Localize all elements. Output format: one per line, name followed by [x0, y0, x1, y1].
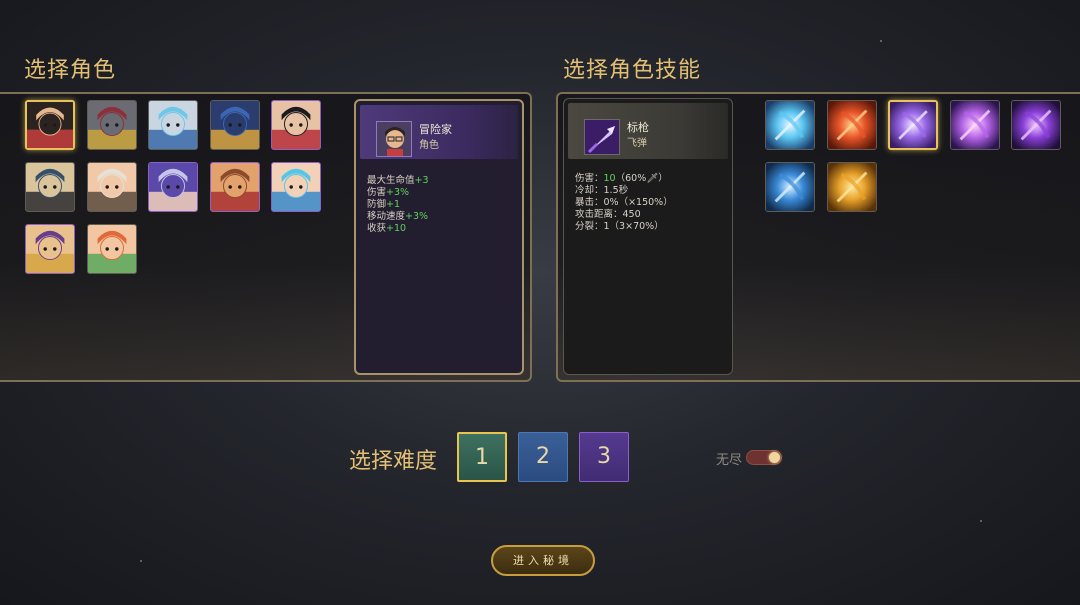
fireball-skill-icon[interactable]: [826, 100, 877, 150]
stat-row: 冷却：1.5秒: [575, 185, 673, 197]
stat-value: +1: [386, 199, 401, 210]
endless-toggle[interactable]: [746, 450, 782, 465]
stat-value: 0%（×150%）: [603, 197, 673, 208]
stat-row: 最大生命值+3: [367, 175, 429, 187]
lightning-skill-icon[interactable]: [765, 162, 815, 212]
difficulty-1-button[interactable]: 1: [457, 432, 507, 482]
character-slot[interactable]: [25, 224, 75, 274]
skill-detail-card: 标枪 飞弹 伤害：10（60%🗡） 冷却：1.5秒 暴击：0%（×150%） 攻击距离…: [563, 98, 733, 375]
difficulty-3-button[interactable]: 3: [579, 432, 629, 482]
javelin-skill-icon[interactable]: [888, 100, 938, 150]
character-portrait: [149, 101, 197, 149]
character-portrait: [27, 102, 73, 148]
character-portrait: [26, 225, 74, 273]
stat-row: 移动速度+3%: [367, 211, 429, 223]
character-portrait: [210, 163, 259, 211]
character-slot[interactable]: [271, 100, 321, 150]
stat-label: 攻击距离：: [575, 209, 623, 220]
character-detail-type: 角色: [419, 140, 439, 151]
stat-label: 收获: [367, 223, 387, 234]
skill-stats-list: 伤害：10（60%🗡） 冷却：1.5秒 暴击：0%（×150%） 攻击距离：450 分裂…: [575, 173, 673, 233]
stat-row: 收获+10: [367, 223, 429, 235]
character-portrait: [149, 163, 197, 211]
ice-shard-skill-icon[interactable]: [765, 100, 815, 150]
character-section-title: 选择角色: [24, 58, 117, 83]
character-portrait: [26, 163, 74, 211]
character-portrait: [87, 101, 136, 149]
character-detail-card: 冒险家 角色 最大生命值+3 伤害+3% 防御+1 移动速度+3% 收获+10: [354, 99, 524, 375]
character-portrait: [272, 101, 320, 149]
character-slot[interactable]: [209, 100, 260, 150]
character-portrait: [210, 101, 259, 149]
skill-section-title: 选择角色技能: [563, 58, 702, 83]
stat-label: 最大生命值: [367, 175, 415, 186]
character-slot[interactable]: [86, 224, 137, 274]
difficulty-label: 选择难度: [349, 449, 438, 474]
stat-suffix: （60%🗡）: [615, 173, 668, 184]
character-slot[interactable]: [148, 162, 198, 212]
stat-row: 分裂：1（3×70%）: [575, 221, 673, 233]
character-slot[interactable]: [86, 100, 137, 150]
void-orb-skill-icon[interactable]: [949, 100, 1000, 150]
stat-value: 10: [603, 173, 616, 184]
stat-value: 1.5秒: [603, 185, 629, 196]
character-slot[interactable]: [25, 100, 75, 150]
character-slot[interactable]: [209, 162, 260, 212]
stat-value: +3%: [405, 211, 429, 222]
shadow-slash-skill-icon[interactable]: [1011, 100, 1061, 150]
character-detail-name: 冒险家: [419, 123, 452, 136]
toggle-knob: [769, 452, 780, 463]
stat-label: 冷却：: [575, 185, 604, 196]
stat-label: 伤害：: [575, 173, 604, 184]
stat-label: 移动速度: [367, 211, 406, 222]
character-slot[interactable]: [148, 100, 198, 150]
stat-row: 伤害：10（60%🗡）: [575, 173, 673, 185]
character-portrait: [87, 225, 136, 273]
character-portrait: [87, 163, 136, 211]
skill-detail-type: 飞弹: [627, 138, 647, 149]
skill-detail-name: 标枪: [627, 121, 649, 134]
stat-label: 暴击：: [575, 197, 604, 208]
star-decoration: [880, 40, 882, 42]
stat-label: 防御: [367, 199, 387, 210]
stat-value: +10: [386, 223, 407, 234]
character-slot[interactable]: [86, 162, 137, 212]
star-decoration: [140, 560, 142, 562]
stat-row: 伤害+3%: [367, 187, 429, 199]
endless-label: 无尽: [716, 453, 743, 468]
character-slot[interactable]: [271, 162, 321, 212]
character-slot[interactable]: [25, 162, 75, 212]
javelin-icon: [584, 119, 620, 155]
character-stats-list: 最大生命值+3 伤害+3% 防御+1 移动速度+3% 收获+10: [367, 175, 429, 235]
stat-value: +3: [414, 175, 429, 186]
difficulty-2-button[interactable]: 2: [518, 432, 568, 482]
stat-row: 防御+1: [367, 199, 429, 211]
stat-label: 伤害: [367, 187, 387, 198]
golden-palm-skill-icon[interactable]: [826, 162, 877, 212]
stat-row: 攻击距离：450: [575, 209, 673, 221]
stat-row: 暴击：0%（×150%）: [575, 197, 673, 209]
stat-value: 1（3×70%）: [603, 221, 664, 232]
character-portrait: [272, 163, 320, 211]
character-detail-portrait: [376, 121, 412, 157]
stat-label: 分裂：: [575, 221, 604, 232]
enter-realm-button[interactable]: 进入秘境: [491, 545, 595, 576]
star-decoration: [980, 520, 982, 522]
stat-value: +3%: [386, 187, 410, 198]
stat-value: 450: [622, 209, 641, 220]
